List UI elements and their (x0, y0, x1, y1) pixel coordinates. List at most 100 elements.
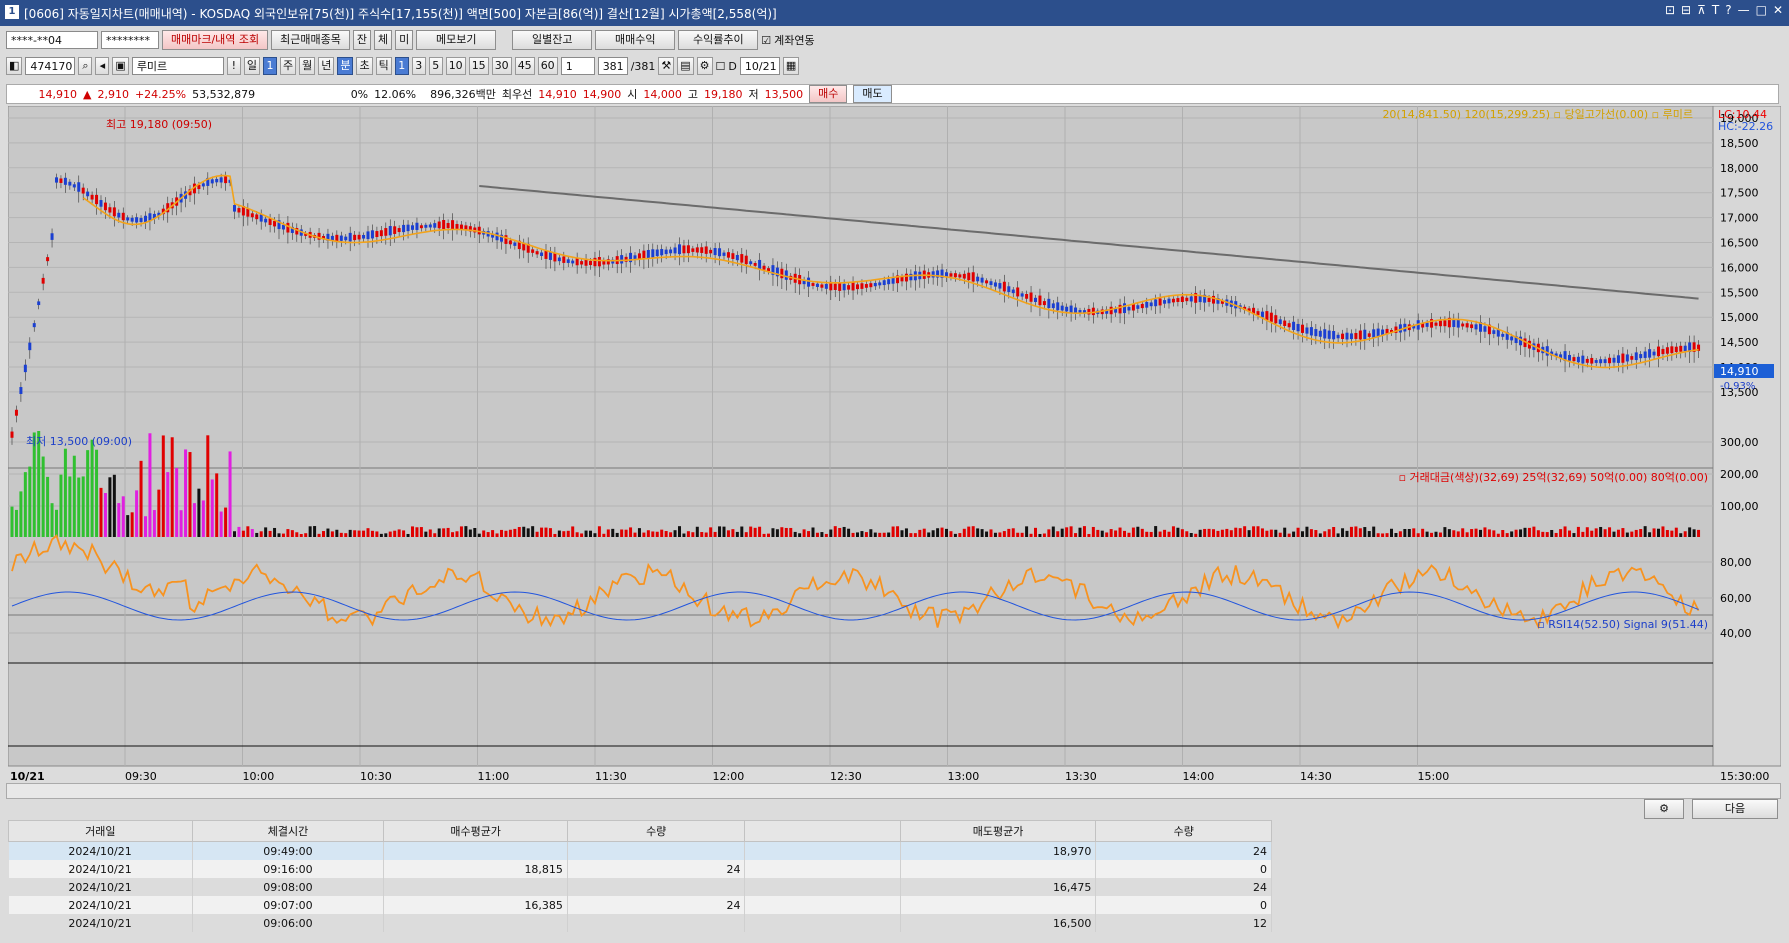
font-icon[interactable]: T (1712, 3, 1719, 17)
volume-bar (1118, 527, 1122, 537)
date-input[interactable]: 10/21 (739, 57, 780, 75)
alert-icon[interactable]: ! (226, 57, 241, 75)
volume-bar (433, 533, 437, 537)
candle-body (90, 194, 94, 200)
table-row[interactable]: 2024/10/21 09:16:00 18,815 24 0 (8, 860, 1272, 878)
table-row[interactable]: 2024/10/21 09:49:00 18,970 24 (8, 841, 1272, 860)
table-row[interactable]: 2024/10/21 09:06:00 16,500 12 (8, 914, 1272, 932)
pin-icon[interactable]: ⊼ (1697, 3, 1706, 17)
change-percent: +24.25% (134, 87, 187, 101)
volume-bar (557, 530, 561, 537)
interval-45[interactable]: 45 (514, 57, 535, 75)
candle-body (1465, 323, 1469, 328)
executed-button[interactable]: 체 (374, 30, 393, 50)
open-label: 시 (627, 88, 638, 101)
return-trend-button[interactable]: 수익률추이 (678, 30, 759, 50)
volume-bar (1016, 532, 1020, 537)
help-icon[interactable]: ? (1725, 3, 1731, 17)
balance-button[interactable]: 잔 (352, 30, 372, 50)
candle-body (411, 225, 414, 230)
close-icon[interactable]: ✕ (1773, 3, 1783, 17)
volume-bar (1269, 529, 1273, 537)
volume-bar (1665, 530, 1669, 537)
col-date: 거래일 (8, 820, 193, 842)
volume-bar (1256, 526, 1260, 537)
candle-body (1621, 353, 1625, 363)
candle-body (446, 222, 450, 229)
time-tick-label: 09:30 (125, 770, 157, 783)
unexecuted-button[interactable]: 미 (395, 30, 414, 50)
d-checkbox[interactable]: ☐ (716, 60, 726, 73)
daily-balance-button[interactable]: 일별잔고 (512, 30, 593, 50)
volume-bar (424, 531, 428, 537)
volume-bar (290, 530, 294, 537)
period-month[interactable]: 월 (299, 57, 316, 75)
table-row[interactable]: 2024/10/21 09:08:00 16,475 24 (8, 878, 1272, 896)
step-select[interactable]: 1 (560, 57, 595, 75)
sell-button[interactable]: 매도 (853, 85, 892, 103)
count-input[interactable]: 381 (597, 57, 628, 75)
interval-15[interactable]: 15 (468, 57, 489, 75)
search-icon[interactable]: ⌕ (78, 57, 93, 75)
volume-bar (1385, 533, 1389, 537)
layout-icon[interactable]: ◧ (6, 57, 23, 75)
interval-10[interactable]: 10 (445, 57, 466, 75)
maximize-icon[interactable]: □ (1756, 3, 1767, 17)
period-tick[interactable]: 틱 (375, 57, 392, 75)
memo-button[interactable]: 메모보기 (416, 30, 497, 50)
buy-button[interactable]: 매수 (809, 85, 848, 103)
period-week[interactable]: 주 (279, 57, 297, 75)
calendar-icon[interactable]: ▦ (782, 57, 800, 75)
stock-name-field[interactable]: 루미르 (131, 57, 224, 75)
chart-scroll-toolbar[interactable] (6, 783, 1781, 799)
candle-body (931, 271, 935, 278)
volume-bar (1376, 533, 1380, 537)
settings-icon[interactable]: ⚙ (1644, 799, 1684, 819)
stock-type-icon[interactable]: ▣ (112, 57, 129, 75)
period-year[interactable]: 년 (318, 57, 335, 75)
interval-3[interactable]: 3 (411, 57, 426, 75)
volume-bar (464, 526, 468, 537)
account-select[interactable]: ****-**04 (6, 31, 98, 49)
period-second[interactable]: 초 (356, 57, 373, 75)
volume-bar (936, 528, 940, 537)
trade-profit-button[interactable]: 매매수익 (595, 30, 676, 50)
marks-query-button[interactable]: 매매마크/내역 조회 (162, 30, 269, 50)
interval-1[interactable]: 1 (394, 57, 409, 75)
candle-body (246, 208, 250, 217)
volume-bar (1634, 529, 1638, 537)
candle-body (1434, 322, 1438, 326)
period-minute[interactable]: 분 (337, 57, 354, 75)
gear-icon[interactable]: ⚙ (696, 57, 713, 75)
period-day[interactable]: 일 (243, 57, 260, 75)
recent-stocks-button[interactable]: 최근매매종목 (271, 30, 350, 50)
volume-bar (1100, 530, 1104, 537)
minimize-icon[interactable]: — (1738, 3, 1750, 17)
candle-body (731, 253, 735, 259)
volume-bar (1327, 529, 1331, 537)
chart-tool-icon[interactable]: ⚒ (658, 57, 675, 75)
interval-60[interactable]: 60 (537, 57, 558, 75)
volume-bar (624, 529, 628, 537)
candle-body (669, 249, 673, 254)
sound-icon[interactable]: ◂ (95, 57, 110, 75)
account-link-checkbox[interactable]: ☑ (761, 34, 771, 47)
table-row[interactable]: 2024/10/21 09:07:00 16,385 24 0 (8, 896, 1272, 914)
candle-body (1131, 304, 1135, 311)
volume-bar (673, 530, 677, 537)
stock-chart[interactable]: 19,00018,50018,00017,50017,00016,50016,0… (8, 106, 1781, 786)
period-multiplier[interactable]: 1 (262, 57, 277, 75)
volume-bar (1074, 533, 1078, 537)
interval-30[interactable]: 30 (491, 57, 512, 75)
tile-icon[interactable]: ⊟ (1681, 3, 1691, 17)
password-field[interactable]: ******** (101, 31, 159, 49)
stock-code-input[interactable]: 474170 (25, 57, 76, 75)
volume-bar (72, 455, 76, 537)
next-button[interactable]: 다음 (1692, 799, 1778, 819)
interval-5[interactable]: 5 (428, 57, 443, 75)
candle-body (1332, 331, 1336, 340)
candle-body (557, 257, 561, 262)
account-link-label: 계좌연동 (774, 34, 815, 47)
save-icon[interactable]: ▤ (677, 57, 694, 75)
dock-icon[interactable]: ⊡ (1665, 3, 1675, 17)
